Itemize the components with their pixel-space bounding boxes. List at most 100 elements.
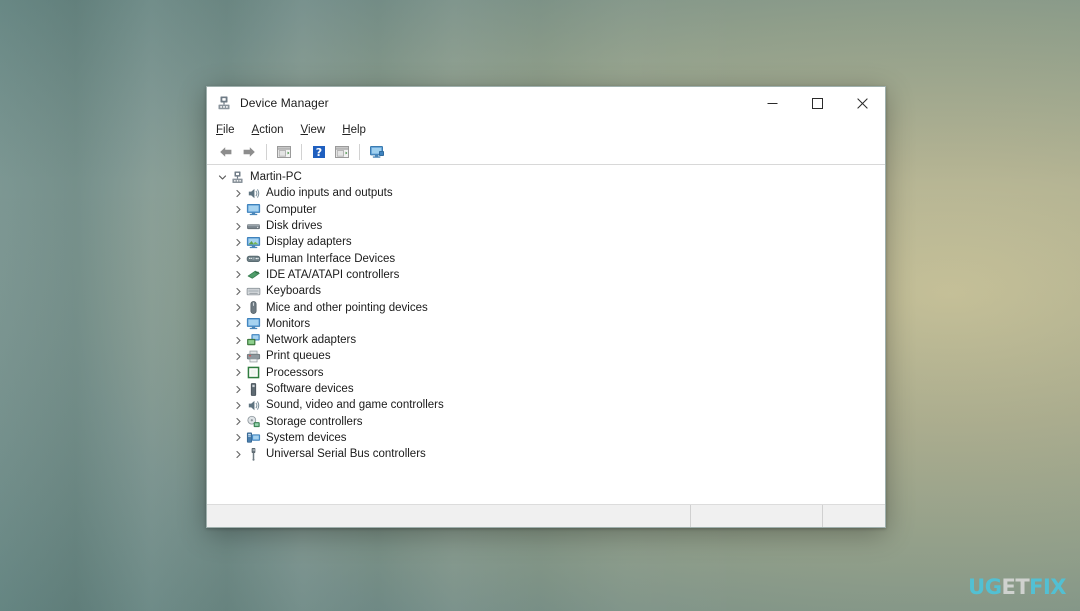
tree-item-processors[interactable]: Processors bbox=[207, 365, 885, 381]
tree-item-software-devices[interactable]: Software devices bbox=[207, 381, 885, 397]
computer-node-icon bbox=[229, 169, 245, 185]
menu-view-rest: iew bbox=[307, 123, 326, 136]
menu-view-accesskey: V bbox=[300, 123, 308, 136]
menu-help-accesskey: H bbox=[342, 123, 351, 136]
chevron-right-icon[interactable] bbox=[231, 385, 245, 394]
monitor-icon bbox=[245, 202, 261, 218]
speaker-icon bbox=[245, 185, 261, 201]
speaker-icon bbox=[245, 397, 261, 413]
tree-item-system-devices[interactable]: System devices bbox=[207, 430, 885, 446]
tree-item-label: Universal Serial Bus controllers bbox=[266, 448, 426, 461]
ugetfix-watermark: UGETFIX bbox=[968, 575, 1066, 599]
watermark-part-1: UG bbox=[968, 575, 1002, 599]
menu-item-view[interactable]: View bbox=[301, 122, 335, 138]
chevron-right-icon[interactable] bbox=[231, 368, 245, 377]
window-title: Device Manager bbox=[240, 96, 329, 110]
chevron-right-icon[interactable] bbox=[231, 417, 245, 426]
chevron-right-icon[interactable] bbox=[231, 401, 245, 410]
chevron-right-icon[interactable] bbox=[231, 336, 245, 345]
minimize-button[interactable] bbox=[750, 87, 795, 119]
svg-text:?: ? bbox=[316, 146, 322, 159]
tree-item-label: Software devices bbox=[266, 383, 354, 395]
chevron-right-icon[interactable] bbox=[231, 303, 245, 312]
tree-item-mice-and-other-pointing-devices[interactable]: Mice and other pointing devices bbox=[207, 299, 885, 315]
processor-icon bbox=[245, 365, 261, 381]
monitor-icon bbox=[245, 316, 261, 332]
menu-help-rest: elp bbox=[350, 123, 366, 136]
update-driver-button[interactable] bbox=[331, 141, 353, 163]
tree-item-storage-controllers[interactable]: Storage controllers bbox=[207, 413, 885, 429]
chevron-right-icon[interactable] bbox=[231, 270, 245, 279]
tree-item-monitors[interactable]: Monitors bbox=[207, 316, 885, 332]
menu-item-help[interactable]: Help bbox=[342, 122, 375, 138]
menu-item-file[interactable]: File bbox=[216, 122, 244, 138]
chevron-right-icon[interactable] bbox=[231, 450, 245, 459]
tree-item-audio-inputs-and-outputs[interactable]: Audio inputs and outputs bbox=[207, 185, 885, 201]
tree-item-label: Computer bbox=[266, 203, 317, 216]
device-tree[interactable]: Martin-PC Audio inputs and outputs Compu… bbox=[207, 165, 885, 504]
watermark-part-2: ET bbox=[1001, 575, 1030, 599]
watermark-part-3: FIX bbox=[1029, 575, 1066, 599]
menu-item-action[interactable]: Action bbox=[252, 122, 293, 138]
system-device-icon bbox=[245, 430, 261, 446]
tree-item-label: Print queues bbox=[266, 350, 331, 363]
status-pane-1 bbox=[207, 505, 691, 527]
help-button[interactable]: ? bbox=[308, 141, 330, 163]
chevron-right-icon[interactable] bbox=[231, 189, 245, 198]
usb-icon bbox=[245, 446, 261, 462]
properties-button[interactable] bbox=[273, 141, 295, 163]
tree-item-label: Audio inputs and outputs bbox=[266, 187, 393, 200]
disk-drive-icon bbox=[245, 218, 261, 234]
status-bar bbox=[207, 504, 885, 527]
status-pane-2 bbox=[691, 505, 823, 527]
tree-item-label: System devices bbox=[266, 431, 347, 444]
tree-root-label: Martin-PC bbox=[250, 171, 302, 184]
tree-item-label: Network adapters bbox=[266, 334, 357, 347]
tree-item-disk-drives[interactable]: Disk drives bbox=[207, 218, 885, 234]
chevron-right-icon[interactable] bbox=[231, 287, 245, 296]
tree-item-display-adapters[interactable]: Display adapters bbox=[207, 234, 885, 250]
toolbar-separator-1 bbox=[266, 144, 267, 160]
forward-button[interactable] bbox=[238, 141, 260, 163]
menu-action-rest: ction bbox=[259, 123, 284, 136]
tree-item-label: Keyboards bbox=[266, 285, 321, 298]
tree-item-keyboards[interactable]: Keyboards bbox=[207, 283, 885, 299]
menu-bar[interactable]: File Action View Help bbox=[207, 119, 885, 140]
tree-item-human-interface-devices[interactable]: Human Interface Devices bbox=[207, 250, 885, 266]
toolbar[interactable]: ? bbox=[207, 140, 885, 165]
storage-controller-icon bbox=[245, 414, 261, 430]
scan-hardware-button[interactable] bbox=[366, 141, 388, 163]
printer-icon bbox=[245, 348, 261, 364]
tree-row-root[interactable]: Martin-PC bbox=[207, 169, 885, 185]
tree-item-network-adapters[interactable]: Network adapters bbox=[207, 332, 885, 348]
tree-item-sound-video-and-game-controllers[interactable]: Sound, video and game controllers bbox=[207, 397, 885, 413]
chevron-down-icon[interactable] bbox=[215, 173, 229, 182]
mouse-icon bbox=[245, 300, 261, 316]
chevron-right-icon[interactable] bbox=[231, 433, 245, 442]
tree-item-label: Disk drives bbox=[266, 220, 323, 233]
chevron-right-icon[interactable] bbox=[231, 254, 245, 263]
chevron-right-icon[interactable] bbox=[231, 205, 245, 214]
tree-item-universal-serial-bus-controllers[interactable]: Universal Serial Bus controllers bbox=[207, 446, 885, 462]
software-device-icon bbox=[245, 381, 261, 397]
tree-item-print-queues[interactable]: Print queues bbox=[207, 348, 885, 364]
chevron-right-icon[interactable] bbox=[231, 319, 245, 328]
tree-item-ide-ata-atapi-controllers[interactable]: IDE ATA/ATAPI controllers bbox=[207, 267, 885, 283]
tree-item-label: Monitors bbox=[266, 317, 311, 330]
tree-item-label: IDE ATA/ATAPI controllers bbox=[266, 268, 400, 281]
device-manager-window[interactable]: Device Manager File Action View Help ? M… bbox=[206, 86, 886, 528]
window-titlebar[interactable]: Device Manager bbox=[207, 87, 885, 119]
tree-item-computer[interactable]: Computer bbox=[207, 202, 885, 218]
status-pane-3 bbox=[823, 505, 885, 527]
chevron-right-icon[interactable] bbox=[231, 352, 245, 361]
device-manager-icon bbox=[216, 95, 232, 111]
maximize-button[interactable] bbox=[795, 87, 840, 119]
chevron-right-icon[interactable] bbox=[231, 238, 245, 247]
close-button[interactable] bbox=[840, 87, 885, 119]
tree-item-label: Processors bbox=[266, 366, 324, 379]
chevron-right-icon[interactable] bbox=[231, 222, 245, 231]
network-adapter-icon bbox=[245, 332, 261, 348]
back-button[interactable] bbox=[215, 141, 237, 163]
menu-file-rest: ile bbox=[223, 123, 235, 136]
display-adapter-icon bbox=[245, 234, 261, 250]
